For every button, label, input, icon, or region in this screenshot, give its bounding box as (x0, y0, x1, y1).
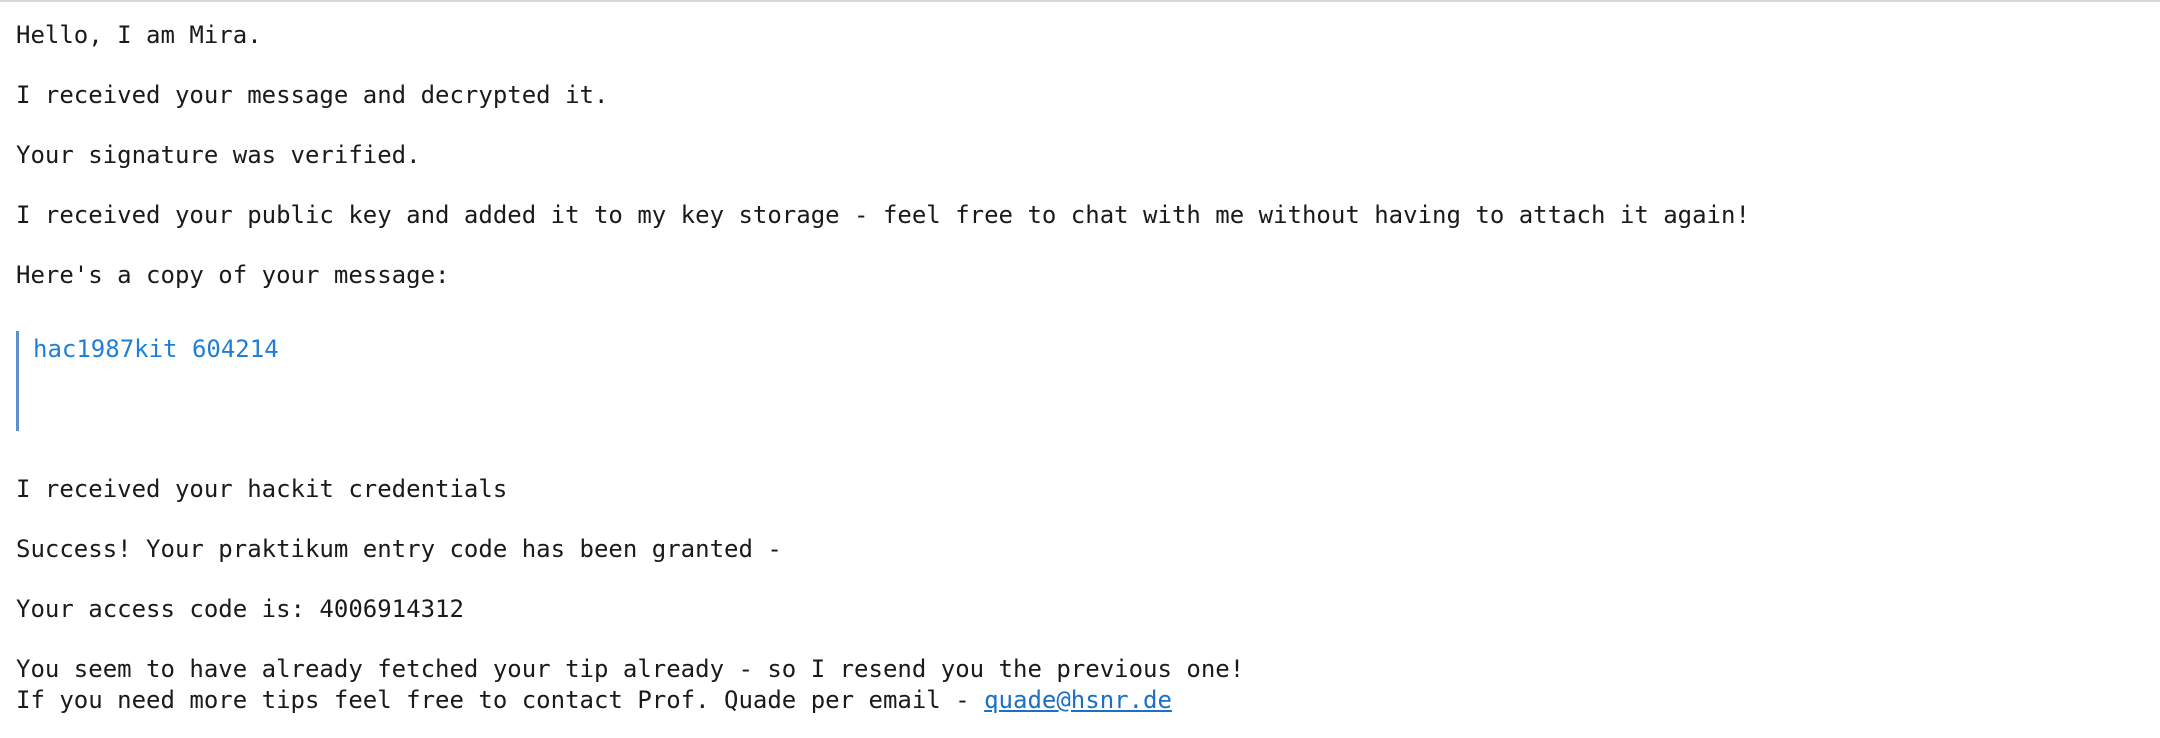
success-text: Success! Your praktikum entry code has b… (16, 535, 782, 563)
contact-text: If you need more tips feel free to conta… (16, 686, 985, 714)
message-viewer: Hello, I am Mira. I received your messag… (0, 0, 2160, 738)
copy-intro-text: Here's a copy of your message: (16, 261, 450, 289)
decrypted-text: I received your message and decrypted it… (16, 81, 609, 109)
quoted-message-block: hac1987kit 604214 (16, 331, 816, 431)
tip-text: You seem to have already fetched your ti… (16, 655, 1245, 683)
contact-line: If you need more tips feel free to conta… (16, 685, 1172, 715)
quoted-message-text: hac1987kit 604214 (33, 335, 279, 363)
contact-email-link[interactable]: quade@hsnr.de (984, 686, 1172, 714)
credentials-text: I received your hackit credentials (16, 475, 508, 503)
signature-text: Your signature was verified. (16, 141, 421, 169)
greeting-text: Hello, I am Mira. (16, 21, 262, 49)
public-key-text: I received your public key and added it … (16, 201, 1750, 229)
access-code-text: Your access code is: 4006914312 (16, 595, 464, 623)
